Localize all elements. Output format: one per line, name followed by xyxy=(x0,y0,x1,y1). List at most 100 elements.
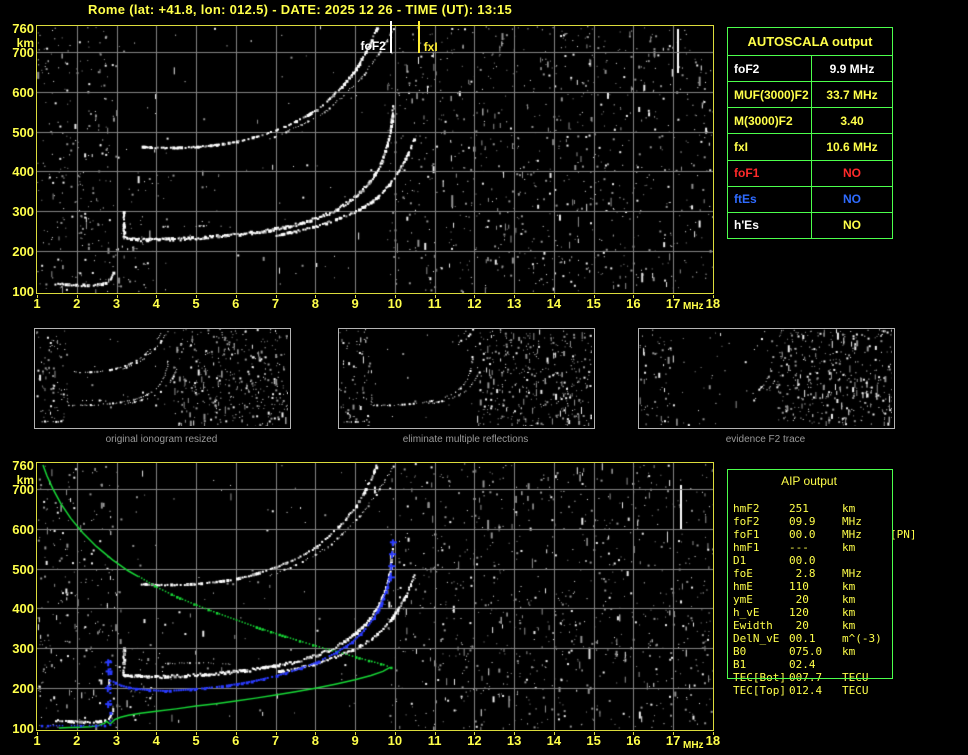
x-tick-mark xyxy=(275,732,277,735)
aip-param-unit: km xyxy=(842,580,856,593)
autoscala-param-label: ftEs xyxy=(728,186,812,212)
x-tick-label: 10 xyxy=(387,733,403,748)
aip-param-unit xyxy=(842,554,888,567)
x-tick-label: 17 xyxy=(665,733,681,748)
x-tick-mark xyxy=(76,295,78,298)
x-tick-label: 4 xyxy=(152,296,160,311)
x-tick-mark xyxy=(37,295,38,298)
aip-param-label: DelN_vE xyxy=(733,632,780,645)
aip-row-b0: B0 075.0 km xyxy=(733,645,963,658)
x-tick-mark xyxy=(673,295,675,298)
x-tick-label: 6 xyxy=(232,296,240,311)
panel-eliminate-canvas xyxy=(339,329,592,426)
aip-param-unit: km xyxy=(842,606,856,619)
y-tick-label: 200 xyxy=(12,244,34,260)
fxi-marker-line xyxy=(417,21,420,53)
aip-row-hve: h_vE 120 km xyxy=(733,606,963,619)
x-tick-mark xyxy=(76,732,78,735)
aip-param-value: 02.4 xyxy=(789,658,816,671)
x-tick-mark xyxy=(474,295,476,298)
aip-row-tectop: TEC[Top] 012.4 TECU xyxy=(733,684,963,697)
autoscala-row-muf3000f2: MUF(3000)F2 33.7 MHz xyxy=(728,82,892,109)
x-tick-mark xyxy=(434,295,436,298)
y-tick-label: 400 xyxy=(12,164,34,180)
aip-param-unit: km xyxy=(842,619,856,632)
aip-row-ewidth: Ewidth 20 km xyxy=(733,619,963,632)
aip-param-value: 09.9 xyxy=(789,515,816,528)
autoscala-param-value: 10.6 MHz xyxy=(826,139,878,154)
aip-param-value: 00.0 xyxy=(789,554,816,567)
aip-row-hme: hmE 110 km xyxy=(733,580,963,593)
autoscala-table-header: AUTOSCALA output xyxy=(728,28,892,56)
x-tick-label: 17 xyxy=(665,296,681,311)
aip-param-value: --- xyxy=(789,541,809,554)
autoscala-param-value: NO xyxy=(843,166,861,181)
x-tick-label: 10 xyxy=(387,296,403,311)
aip-param-unit: TECU xyxy=(842,671,869,684)
autoscala-param-value: NO xyxy=(843,218,861,233)
panel-original-resized xyxy=(34,328,291,429)
x-tick-mark xyxy=(514,732,516,735)
x-tick-label: 16 xyxy=(626,733,641,748)
aip-param-label: foE xyxy=(733,567,753,580)
aip-param-unit xyxy=(842,658,888,671)
aip-param-value: 2.8 xyxy=(789,567,816,580)
aip-param-label: B0 xyxy=(733,645,747,658)
aip-row-d1: D1 00.0 xyxy=(733,554,963,567)
x-tick-label: 16 xyxy=(626,296,641,311)
x-tick-mark xyxy=(156,732,158,735)
x-tick-mark xyxy=(156,295,158,298)
autoscala-output-table: AUTOSCALA output foF2 9.9 MHz MUF(3000)F2 3… xyxy=(727,27,893,239)
x-tick-mark xyxy=(394,732,396,735)
aip-param-label: D1 xyxy=(733,554,747,567)
x-tick-label: 3 xyxy=(112,296,121,311)
bottom-ionogram-canvas xyxy=(37,463,713,730)
x-tick-label: 14 xyxy=(546,296,562,311)
aip-row-tecbot: TEC[Bot] 007.7 TECU xyxy=(733,671,963,684)
aip-param-value: 120 xyxy=(789,606,809,619)
y-tick-label: 100 xyxy=(12,721,34,736)
x-tick-mark xyxy=(275,295,277,298)
x-tick-label: 13 xyxy=(506,733,522,748)
caption-evidence-f2: evidence F2 trace xyxy=(725,434,806,445)
y-tick-label: 100 xyxy=(12,284,34,299)
autoscala-window: Rome (lat: +41.8, lon: 012.5) - DATE: 20… xyxy=(0,0,968,755)
caption-original-resized: original ionogram resized xyxy=(105,434,218,445)
aip-param-value: 110 xyxy=(789,580,809,593)
aip-table-header: AIP output xyxy=(781,474,837,488)
aip-param-label: hmE xyxy=(733,580,753,593)
x-tick-mark xyxy=(633,295,635,298)
x-tick-mark xyxy=(712,295,714,298)
x-tick-label: 7 xyxy=(271,296,280,311)
autoscala-row-fof1: foF1 NO xyxy=(728,160,892,187)
x-tick-mark xyxy=(37,732,38,735)
x-tick-label: 9 xyxy=(351,296,359,311)
aip-param-label: foF1 xyxy=(733,528,760,541)
aip-param-unit: TECU xyxy=(842,684,869,697)
x-tick-label: 3 xyxy=(112,733,121,748)
fxi-marker-label: fxI xyxy=(423,40,438,54)
x-tick-mark xyxy=(474,732,476,735)
aip-param-unit: m^(-3) xyxy=(842,632,882,645)
aip-param-label: B1 xyxy=(733,658,747,671)
x-tick-label: 8 xyxy=(311,733,319,748)
x-tick-mark xyxy=(196,295,198,298)
aip-param-value: 00.1 xyxy=(789,632,816,645)
aip-param-flag: [PN] xyxy=(890,528,917,541)
autoscala-param-label: fxI xyxy=(728,134,812,160)
x-tick-mark xyxy=(553,295,555,298)
x-tick-label: 9 xyxy=(351,733,359,748)
x-tick-mark xyxy=(553,732,555,735)
aip-row-fof1: foF1 00.0 MHz [PN] xyxy=(733,528,963,541)
x-tick-label: 2 xyxy=(73,733,81,748)
y-tick-label: 500 xyxy=(12,124,34,140)
y-tick-label: 600 xyxy=(12,84,34,100)
x-tick-label: 18 xyxy=(705,733,721,748)
aip-row-foe: foE 2.8 MHz xyxy=(733,567,963,580)
aip-param-label: h_vE xyxy=(733,606,760,619)
aip-param-value: 007.7 xyxy=(789,671,823,684)
aip-param-value: 012.4 xyxy=(789,684,823,697)
panel-eliminate-multiples xyxy=(338,328,595,429)
x-tick-label: 12 xyxy=(467,296,482,311)
station-title: Rome (lat: +41.8, lon: 012.5) - DATE: 20… xyxy=(88,2,513,17)
